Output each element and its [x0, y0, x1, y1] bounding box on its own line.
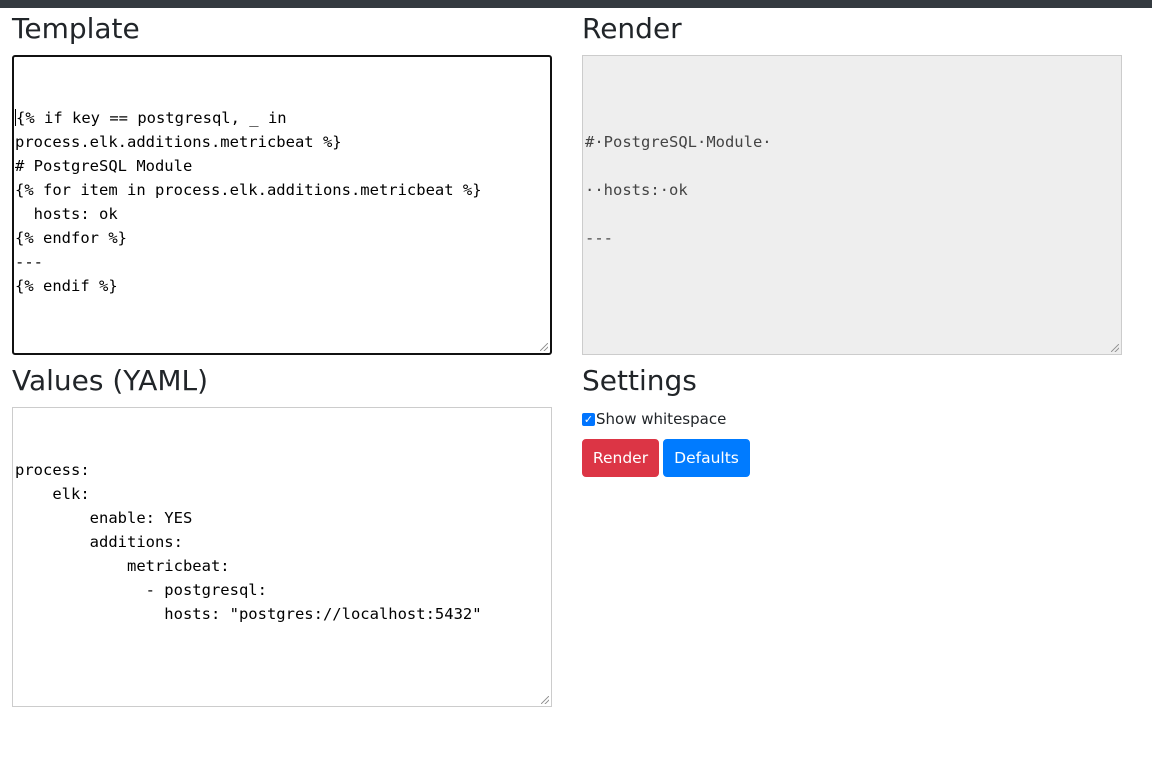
code-text: metricbeat:	[15, 557, 230, 575]
resize-grip-icon[interactable]	[1111, 344, 1119, 352]
code-line: hosts: "postgres://localhost:5432"	[15, 602, 549, 626]
code-text: elk:	[15, 485, 90, 503]
code-text: {% if key == postgresql, _ in	[16, 109, 287, 127]
code-line: process.elk.additions.metricbeat %}	[15, 130, 549, 154]
code-text: hosts: ok	[15, 205, 118, 223]
code-line: {% if key == postgresql, _ in	[15, 106, 549, 130]
values-heading: Values (YAML)	[12, 364, 209, 397]
code-text: ---	[15, 253, 43, 271]
code-text: {% for item in process.elk.additions.met…	[15, 181, 482, 199]
show-whitespace-label[interactable]: Show whitespace	[596, 410, 726, 428]
render-output[interactable]: #·PostgreSQL·Module· ··hosts:·ok ---	[582, 55, 1122, 355]
code-text: {% endif %}	[15, 277, 118, 295]
show-whitespace-checkbox[interactable]: ✓	[582, 412, 595, 426]
code-text: - postgresql:	[15, 581, 267, 599]
template-heading: Template	[12, 12, 140, 45]
code-line: metricbeat:	[15, 554, 549, 578]
template-editor[interactable]: {% if key == postgresql, _ in process.elk…	[12, 55, 552, 355]
code-line: ··hosts:·ok	[585, 178, 1119, 202]
code-text: hosts: "postgres://localhost:5432"	[15, 605, 482, 623]
code-line: {% endif %}	[15, 274, 549, 298]
code-text: {% endfor %}	[15, 229, 127, 247]
values-editor[interactable]: process: elk: enable: YES additions: met…	[12, 407, 552, 707]
render-code: #·PostgreSQL·Module· ··hosts:·ok ---	[585, 106, 1119, 250]
code-text: ··hosts:·ok	[585, 181, 688, 199]
code-text: process:	[15, 461, 90, 479]
code-line: hosts: ok	[15, 202, 549, 226]
values-code: process: elk: enable: YES additions: met…	[15, 458, 549, 626]
code-line: additions:	[15, 530, 549, 554]
render-button[interactable]: Render	[582, 439, 659, 477]
code-text: process.elk.additions.metricbeat %}	[15, 133, 342, 151]
code-line: enable: YES	[15, 506, 549, 530]
code-line: ---	[585, 226, 1119, 250]
code-line: - postgresql:	[15, 578, 549, 602]
code-line: ---	[15, 250, 549, 274]
code-text: additions:	[15, 533, 183, 551]
code-line: {% endfor %}	[15, 226, 549, 250]
code-text: # PostgreSQL Module	[15, 157, 193, 175]
code-line: #·PostgreSQL·Module·	[585, 130, 1119, 154]
code-text: ---	[585, 229, 613, 247]
code-line: # PostgreSQL Module	[15, 154, 549, 178]
template-code: {% if key == postgresql, _ in process.elk…	[15, 106, 549, 298]
code-text: enable: YES	[15, 509, 193, 527]
resize-grip-icon[interactable]	[541, 696, 549, 704]
show-whitespace-setting: ✓ Show whitespace	[582, 409, 726, 429]
settings-heading: Settings	[582, 364, 697, 397]
checkmark-icon: ✓	[583, 412, 594, 426]
render-heading: Render	[582, 12, 682, 45]
code-text: #·PostgreSQL·Module·	[585, 133, 772, 151]
top-bar	[0, 0, 1152, 8]
resize-grip-icon[interactable]	[540, 343, 548, 351]
code-line: {% for item in process.elk.additions.met…	[15, 178, 549, 202]
code-line: elk:	[15, 482, 549, 506]
code-line: process:	[15, 458, 549, 482]
defaults-button[interactable]: Defaults	[663, 439, 750, 477]
